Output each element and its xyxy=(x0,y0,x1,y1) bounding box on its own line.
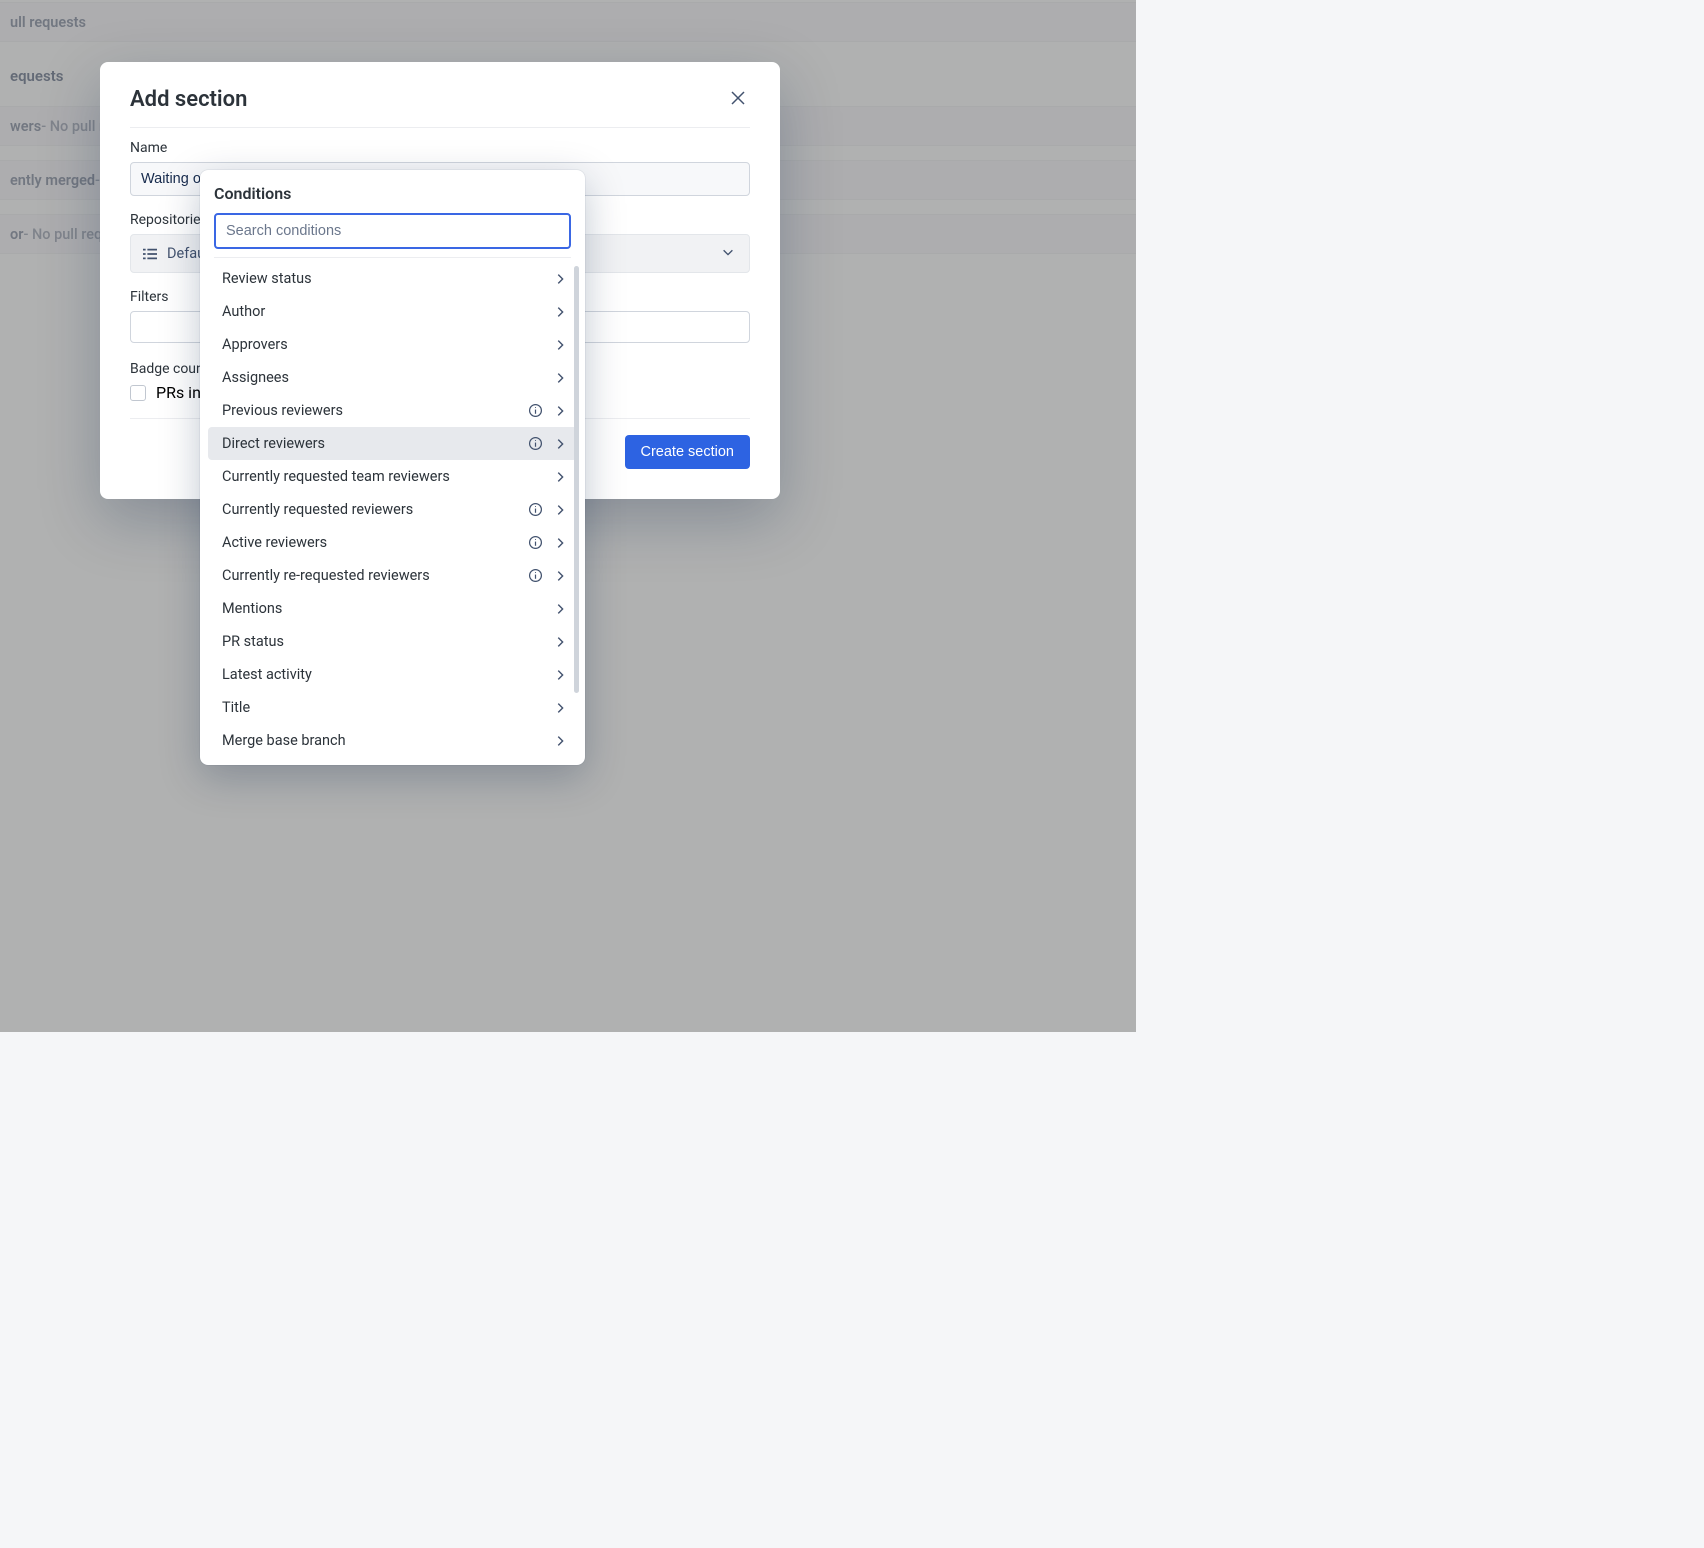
conditions-search-input[interactable] xyxy=(214,213,571,249)
modal-title: Add section xyxy=(130,87,247,112)
chevron-right-icon xyxy=(553,470,567,484)
chevron-right-icon xyxy=(553,734,567,748)
close-button[interactable] xyxy=(726,86,750,113)
chevron-right-icon xyxy=(553,635,567,649)
condition-label: Author xyxy=(222,303,265,320)
chevron-right-icon xyxy=(553,668,567,682)
condition-label: Direct reviewers xyxy=(222,435,325,452)
divider xyxy=(214,257,571,258)
condition-item[interactable]: Merge base branch xyxy=(200,724,585,757)
condition-label: Mentions xyxy=(222,600,282,617)
conditions-list: Review status Author Approvers Assignees Pre… xyxy=(200,262,585,757)
condition-item[interactable]: Latest activity xyxy=(200,658,585,691)
chevron-right-icon xyxy=(553,305,567,319)
condition-item[interactable]: Mentions xyxy=(200,592,585,625)
condition-item[interactable]: Currently requested team reviewers xyxy=(200,460,585,493)
scrollbar[interactable] xyxy=(574,266,579,693)
condition-item[interactable]: Author xyxy=(200,295,585,328)
condition-label: Review status xyxy=(222,270,312,287)
chevron-right-icon xyxy=(553,338,567,352)
chevron-right-icon xyxy=(553,701,567,715)
info-icon xyxy=(528,436,543,451)
list-icon xyxy=(143,247,157,261)
condition-item[interactable]: Approvers xyxy=(200,328,585,361)
condition-label: Currently requested reviewers xyxy=(222,501,413,518)
conditions-dropdown: Conditions Review status Author Approvers A… xyxy=(200,170,585,765)
condition-item[interactable]: Title xyxy=(200,691,585,724)
condition-label: Merge base branch xyxy=(222,732,346,749)
chevron-right-icon xyxy=(553,569,567,583)
condition-label: Assignees xyxy=(222,369,289,386)
chevron-right-icon xyxy=(553,272,567,286)
condition-item[interactable]: Review status xyxy=(200,262,585,295)
create-section-button[interactable]: Create section xyxy=(625,435,751,469)
info-icon xyxy=(528,403,543,418)
chevron-right-icon xyxy=(553,503,567,517)
chevron-right-icon xyxy=(553,404,567,418)
condition-item[interactable]: Currently re-requested reviewers xyxy=(200,559,585,592)
condition-item[interactable]: Direct reviewers xyxy=(208,427,577,460)
condition-label: Active reviewers xyxy=(222,534,327,551)
name-label: Name xyxy=(130,140,750,156)
chevron-right-icon xyxy=(553,536,567,550)
condition-label: Currently re-requested reviewers xyxy=(222,567,430,584)
chevron-right-icon xyxy=(553,602,567,616)
chevron-down-icon xyxy=(721,245,735,263)
conditions-title: Conditions xyxy=(200,184,585,213)
condition-label: Latest activity xyxy=(222,666,312,683)
info-icon xyxy=(528,535,543,550)
condition-item[interactable]: Currently requested reviewers xyxy=(200,493,585,526)
badge-checkbox[interactable] xyxy=(130,385,146,401)
condition-item[interactable]: Previous reviewers xyxy=(200,394,585,427)
condition-label: Approvers xyxy=(222,336,288,353)
info-icon xyxy=(528,502,543,517)
condition-label: Currently requested team reviewers xyxy=(222,468,450,485)
condition-label: Previous reviewers xyxy=(222,402,343,419)
modal-header: Add section xyxy=(130,86,750,128)
condition-label: PR status xyxy=(222,633,284,650)
info-icon xyxy=(528,568,543,583)
condition-label: Title xyxy=(222,699,250,716)
condition-item[interactable]: Active reviewers xyxy=(200,526,585,559)
close-icon xyxy=(730,90,746,106)
condition-item[interactable]: Assignees xyxy=(200,361,585,394)
chevron-right-icon xyxy=(553,437,567,451)
condition-item[interactable]: PR status xyxy=(200,625,585,658)
chevron-right-icon xyxy=(553,371,567,385)
